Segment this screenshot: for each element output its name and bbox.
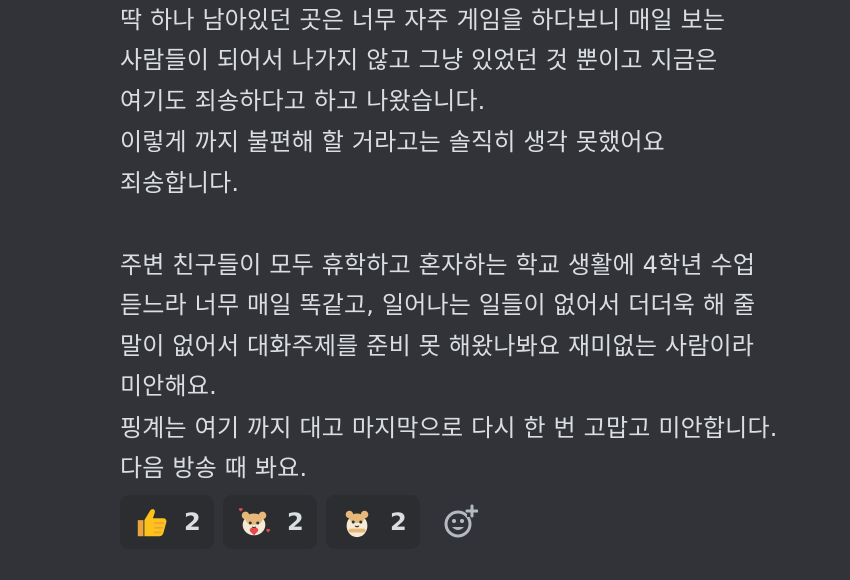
reaction-count: 2 [390,508,407,536]
reaction-hamster[interactable]: 2 [326,495,420,549]
reaction-count: 2 [287,508,304,536]
message-line: 핑계는 여기 까지 대고 마지막으로 다시 한 번 고맙고 미안합니다. [120,414,778,442]
message-line: 주변 친구들이 모두 휴학하고 혼자하는 학교 생활에 4학년 수업 [120,251,756,279]
hamster-heart-icon [238,508,271,536]
smiley-plus-icon[interactable] [442,504,478,540]
message-line: 미안해요. [120,372,217,400]
reaction-count: 2 [184,508,201,536]
message-line: 사람들이 되어서 나가지 않고 그냥 있었던 것 뿐이고 지금은 [120,46,718,74]
reaction-hamster-heart[interactable]: 2 [223,495,317,549]
message-line: 여기도 죄송하다고 하고 나왔습니다. [120,87,486,115]
message-line: 이렇게 까지 불편해 할 거라고는 솔직히 생각 못했어요 [120,128,665,156]
message-line: 듣느라 너무 매일 똑같고, 일어나는 일들이 없어서 더더욱 해 줄 [120,291,756,319]
message-line: 딱 하나 남아있던 곳은 너무 자주 게임을 하다보니 매일 보는 [120,6,726,34]
message-line: 죄송합니다. [120,169,240,197]
thumbs-up-icon [137,509,167,537]
message-line: 말이 없어서 대화주제를 준비 못 해왔나봐요 재미없는 사람이라 [120,332,755,360]
reaction-thumbs-up[interactable]: 2 [120,495,214,549]
hamster-icon [345,510,369,538]
message-line: 다음 방송 때 봐요. [120,454,308,482]
